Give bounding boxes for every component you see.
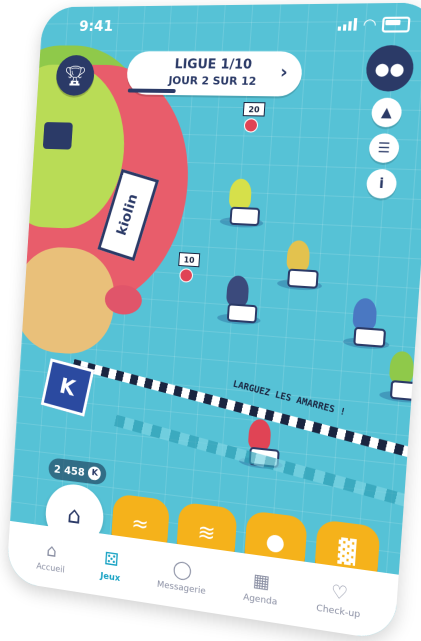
nav-label: Check-up [315,603,361,620]
dice-icon: ⚄ [103,548,120,571]
hull [226,303,258,324]
phone-screen: kiolin 20 10 LARGUEZ LES AMARRES ! K 9:4… [6,2,421,641]
nav-agenda[interactable]: ▦ Agenda [242,569,279,608]
buoy-icon [243,118,259,133]
hull [353,326,387,348]
status-bar: 9:41 ◠ [41,2,421,45]
wifi-icon: ◠ [362,14,377,34]
nav-messagerie[interactable]: ◯ Messagerie [156,557,208,597]
nav-label: Agenda [242,592,278,608]
buoy-icon [179,268,194,283]
clock: 9:41 [78,17,114,35]
sail-icon [286,239,311,272]
nav-accueil[interactable]: ⌂ Accueil [35,540,66,576]
sail-icon [228,178,253,210]
sailboat[interactable] [219,178,264,229]
sailboat[interactable] [378,350,421,405]
chevron-right-icon: › [279,61,289,84]
league-title: LIGUE 1/10 [174,57,253,73]
battery-icon [381,16,411,33]
nav-check-up[interactable]: ♡ Check-up [316,580,362,620]
coin-icon: K [87,465,102,481]
marker-label: 20 [242,101,266,117]
sail-icon [247,418,272,451]
hull [229,206,261,227]
race-marker[interactable]: 20 [240,101,266,133]
coin-value: 2 458 [53,462,86,479]
home-icon: ⌂ [45,540,58,562]
league-day: JOUR 2 SUR 12 [168,74,257,88]
nav-jeux[interactable]: ⚄ Jeux [99,549,123,584]
nav-label: Accueil [35,561,65,576]
sail-icon [388,350,415,384]
heart-pulse-icon: ♡ [330,580,349,606]
chat-icon: ◯ [172,558,193,582]
status-icons: ◠ [338,14,411,34]
league-progress-bar [127,88,176,94]
banner-text: kiolin [114,192,142,238]
nav-label: Jeux [99,570,121,584]
marker-label: 10 [178,252,201,268]
calendar-icon: ▦ [252,569,271,594]
sail-icon [352,297,378,331]
sailboat[interactable] [276,239,323,292]
signal-icon [338,18,358,31]
sailboat[interactable] [342,297,390,351]
island-building [42,122,73,150]
sailboat[interactable] [216,275,261,326]
hull [389,379,421,402]
sail-icon [225,275,250,307]
nav-label: Messagerie [156,579,207,597]
race-marker[interactable]: 10 [175,252,201,283]
hull [286,268,319,289]
